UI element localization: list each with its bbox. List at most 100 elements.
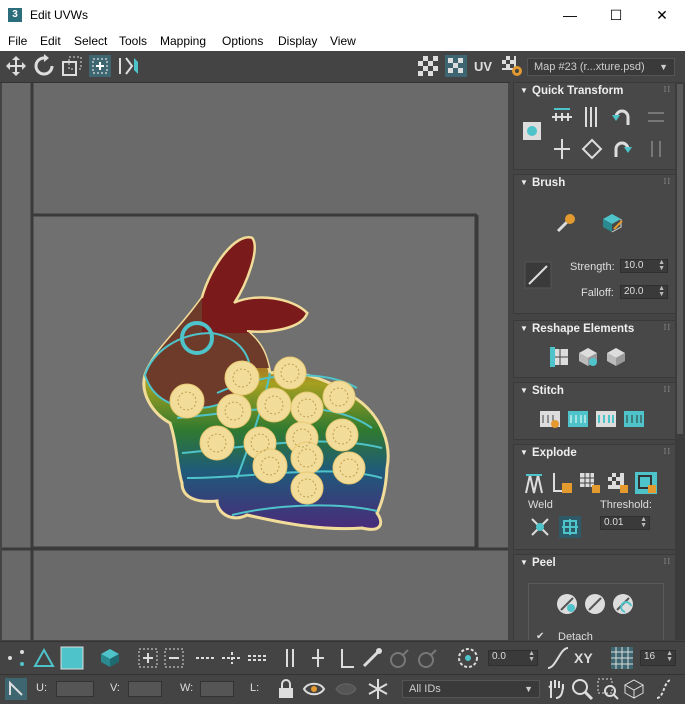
minimize-button[interactable]: —: [547, 0, 593, 31]
grow-selection-icon[interactable]: [136, 646, 160, 670]
distribute-icon[interactable]: [644, 137, 668, 161]
relax-icon[interactable]: [576, 345, 600, 369]
menu-edit[interactable]: Edit: [40, 34, 61, 48]
material-id-dropdown[interactable]: All IDs ▼: [402, 680, 540, 698]
menu-view[interactable]: View: [330, 34, 356, 48]
menu-options[interactable]: Options: [222, 34, 263, 48]
relax-brush-icon[interactable]: [600, 211, 624, 235]
u-field[interactable]: [56, 681, 94, 697]
rollout-header[interactable]: ▼ Quick Transform ⁞⁞: [514, 83, 675, 101]
align-vertical-icon[interactable]: [580, 105, 604, 129]
rotate-icon[interactable]: [32, 54, 56, 78]
strength-spinner[interactable]: 10.0 ▲ ▼: [620, 259, 668, 273]
soft-select-icon[interactable]: [456, 646, 480, 670]
freeze-icon[interactable]: [366, 677, 390, 701]
w-field[interactable]: [200, 681, 234, 697]
edge-select-icon[interactable]: [32, 646, 56, 670]
loop-shrink-icon[interactable]: [246, 646, 270, 670]
panel-scrollbar[interactable]: [675, 82, 685, 640]
map-settings-icon[interactable]: [500, 54, 524, 78]
menu-display[interactable]: Display: [278, 34, 317, 48]
rollout-header[interactable]: ▼ Brush ⁞⁞: [514, 175, 675, 193]
menu-select[interactable]: Select: [74, 34, 107, 48]
break-icon[interactable]: [522, 471, 546, 495]
paint-shrink-icon[interactable]: [416, 646, 440, 670]
flatten-icon[interactable]: [578, 471, 602, 495]
rotate-ccw-icon[interactable]: [610, 105, 634, 129]
eye-icon[interactable]: [302, 677, 326, 701]
scrollbar-thumb[interactable]: [677, 84, 683, 434]
rollout-header[interactable]: ▼ Reshape Elements ⁞⁞: [514, 321, 675, 339]
face-select-icon[interactable]: [60, 646, 84, 670]
detach-checkbox[interactable]: ✔: [536, 631, 544, 640]
stitch-source-icon[interactable]: [622, 407, 646, 431]
lock-icon[interactable]: [274, 677, 298, 701]
reset-peel-icon[interactable]: [611, 592, 635, 616]
align-horizontal-icon[interactable]: [550, 105, 574, 129]
quick-peel-icon[interactable]: [555, 592, 579, 616]
straighten-selection-icon[interactable]: [548, 345, 572, 369]
peel-mode-icon[interactable]: [583, 592, 607, 616]
stitch-target-icon[interactable]: [566, 407, 590, 431]
zoom-selected-icon[interactable]: [652, 677, 676, 701]
uv-viewport[interactable]: [2, 83, 508, 640]
threshold-spinner[interactable]: 0.01 ▲ ▼: [600, 516, 650, 530]
menu-file[interactable]: File: [8, 34, 27, 48]
space-icon[interactable]: [580, 137, 604, 161]
loop-select-icon[interactable]: [194, 646, 218, 670]
maximize-button[interactable]: ☐: [593, 0, 639, 31]
ring-select-icon[interactable]: [278, 646, 302, 670]
zoom-icon[interactable]: [570, 677, 594, 701]
stitch-average-icon[interactable]: [594, 407, 618, 431]
spinner-arrows-icon: ▲ ▼: [640, 516, 647, 529]
rollout-header[interactable]: ▼ Peel ⁞⁞: [514, 555, 675, 573]
grid-spinner[interactable]: 16 ▲ ▼: [640, 650, 676, 666]
map-dropdown[interactable]: Map #23 (r...xture.psd) ▼: [527, 58, 675, 76]
mirror-icon[interactable]: [116, 54, 140, 78]
falloff-spinner[interactable]: 20.0 ▲ ▼: [620, 285, 668, 299]
rotate-cw-icon[interactable]: [610, 137, 634, 161]
flatten-by-material-icon[interactable]: [606, 471, 630, 495]
freeform-icon[interactable]: [88, 54, 112, 78]
align-center-icon[interactable]: [520, 119, 544, 143]
loop-grow-icon[interactable]: [220, 646, 244, 670]
falloff-curve-icon[interactable]: [546, 646, 570, 670]
paint-move-icon[interactable]: [554, 211, 578, 235]
element-select-icon[interactable]: [98, 646, 122, 670]
checker-icon[interactable]: [416, 54, 440, 78]
detach-edge-icon[interactable]: [550, 471, 574, 495]
flatten-by-smoothing-icon[interactable]: [634, 471, 658, 495]
brush-falloff-icon[interactable]: [524, 261, 552, 289]
relax-settings-icon[interactable]: [604, 345, 628, 369]
menu-tools[interactable]: Tools: [119, 34, 147, 48]
zoom-extents-icon[interactable]: [622, 677, 646, 701]
move-icon[interactable]: [4, 54, 28, 78]
shrink-selection-icon[interactable]: [162, 646, 186, 670]
stitch-custom-icon[interactable]: [538, 407, 562, 431]
rollout-header[interactable]: ▼ Explode ⁞⁞: [514, 445, 675, 463]
rollout-header[interactable]: ▼ Stitch ⁞⁞: [514, 383, 675, 401]
align-top-icon[interactable]: [550, 137, 574, 161]
vertex-select-icon[interactable]: [4, 646, 28, 670]
uv-canvas[interactable]: [2, 83, 508, 640]
weld-target-icon[interactable]: [528, 515, 552, 539]
hide-icon[interactable]: [334, 677, 358, 701]
xy-toggle[interactable]: XY: [574, 650, 593, 666]
uv-toggle[interactable]: UV: [474, 59, 492, 74]
angle-spinner[interactable]: 0.0 ▲ ▼: [488, 650, 538, 666]
close-button[interactable]: ✕: [639, 0, 685, 31]
ring-grow-icon[interactable]: [306, 646, 330, 670]
paint-select-icon[interactable]: [360, 646, 384, 670]
straighten-icon[interactable]: [644, 105, 668, 129]
zoom-region-icon[interactable]: [596, 677, 620, 701]
pan-hand-icon[interactable]: [544, 677, 568, 701]
grid-snap-icon[interactable]: [610, 646, 634, 670]
absolute-offset-icon[interactable]: [4, 677, 28, 701]
weld-selected-icon[interactable]: [558, 515, 582, 539]
scale-icon[interactable]: [60, 54, 84, 78]
ring-shrink-icon[interactable]: [334, 646, 358, 670]
menu-mapping[interactable]: Mapping: [160, 34, 206, 48]
v-field[interactable]: [128, 681, 162, 697]
paint-grow-icon[interactable]: [388, 646, 412, 670]
texture-checker-icon[interactable]: [444, 54, 468, 78]
